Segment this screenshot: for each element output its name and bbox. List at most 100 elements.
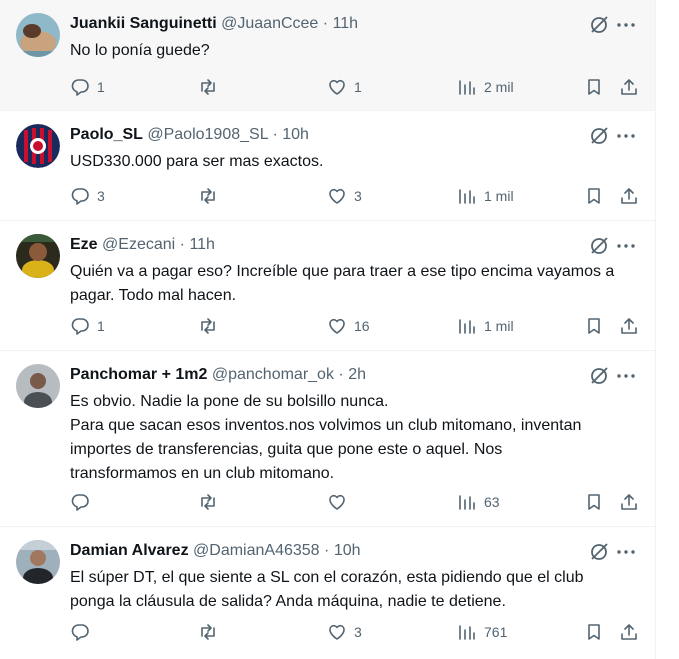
like-button[interactable]: 3 bbox=[327, 183, 362, 209]
like-button[interactable]: 16 bbox=[327, 313, 370, 339]
tweet-text: El súper DT, el que siente a SL con el c… bbox=[70, 566, 630, 614]
views-button[interactable]: 2 mil bbox=[457, 74, 514, 100]
display-name[interactable]: Juankii Sanguinetti bbox=[70, 15, 217, 32]
like-button[interactable]: 1 bbox=[327, 74, 362, 100]
retweet-button[interactable] bbox=[198, 183, 225, 209]
retweet-button[interactable] bbox=[198, 489, 225, 515]
more-icon[interactable] bbox=[615, 235, 637, 257]
action-bar: 3 3 1 mil bbox=[70, 183, 640, 209]
tweet-text-line: USD330.000 para ser mas exactos. bbox=[70, 153, 324, 170]
bookmark-button[interactable] bbox=[584, 183, 604, 209]
grok-icon[interactable] bbox=[588, 365, 610, 387]
bookmark-icon bbox=[588, 624, 600, 640]
grok-icon[interactable] bbox=[588, 14, 610, 36]
tweet-text-line: importes de transferencias, guita que po… bbox=[70, 441, 503, 458]
avatar[interactable] bbox=[16, 124, 60, 168]
share-button[interactable] bbox=[619, 183, 639, 209]
bookmark-button[interactable] bbox=[584, 74, 604, 100]
tweet[interactable]: Paolo_SL @Paolo1908_SL · 10h USD330.000 … bbox=[0, 111, 655, 221]
user-handle[interactable]: @Ezecani bbox=[102, 236, 175, 253]
share-button[interactable] bbox=[619, 619, 639, 645]
tweet-header: Panchomar + 1m2 @panchomar_ok · 2h bbox=[70, 365, 366, 385]
reply-button[interactable] bbox=[70, 619, 97, 645]
user-handle[interactable]: @Paolo1908_SL bbox=[147, 126, 268, 143]
reply-count: 1 bbox=[97, 79, 105, 95]
timestamp[interactable]: 10h bbox=[282, 126, 309, 143]
like-button[interactable]: 3 bbox=[327, 619, 362, 645]
bookmark-icon bbox=[588, 188, 600, 204]
retweet-icon bbox=[201, 494, 215, 510]
like-count: 16 bbox=[354, 318, 370, 334]
avatar[interactable] bbox=[16, 13, 60, 57]
share-button[interactable] bbox=[619, 74, 639, 100]
retweet-button[interactable] bbox=[198, 313, 225, 339]
tweet-text: USD330.000 para ser mas exactos. bbox=[70, 150, 630, 174]
tweet[interactable]: Eze @Ezecani · 11h Quién va a pagar eso?… bbox=[0, 221, 655, 351]
views-count: 63 bbox=[484, 494, 500, 510]
display-name[interactable]: Damian Alvarez bbox=[70, 542, 189, 559]
like-icon bbox=[329, 318, 345, 334]
user-handle[interactable]: @DamianA46358 bbox=[193, 542, 320, 559]
bookmark-button[interactable] bbox=[584, 489, 604, 515]
views-icon bbox=[459, 319, 475, 334]
timestamp[interactable]: 11h bbox=[189, 236, 215, 253]
user-handle[interactable]: @panchomar_ok bbox=[212, 366, 334, 383]
views-button[interactable]: 1 mil bbox=[457, 313, 514, 339]
avatar[interactable] bbox=[16, 540, 60, 584]
action-bar: 63 bbox=[70, 489, 640, 515]
like-icon bbox=[329, 624, 345, 640]
tweet-text: No lo ponía guede? bbox=[70, 39, 630, 63]
reply-button[interactable]: 1 bbox=[70, 74, 105, 100]
tweet[interactable]: Damian Alvarez @DamianA46358 · 10h El sú… bbox=[0, 527, 655, 659]
bookmark-button[interactable] bbox=[584, 619, 604, 645]
retweet-icon bbox=[201, 188, 215, 204]
share-button[interactable] bbox=[619, 489, 639, 515]
display-name[interactable]: Paolo_SL bbox=[70, 126, 143, 143]
tweet[interactable]: Panchomar + 1m2 @panchomar_ok · 2h Es ob… bbox=[0, 351, 655, 527]
reply-button[interactable]: 3 bbox=[70, 183, 105, 209]
retweet-button[interactable] bbox=[198, 74, 225, 100]
like-button[interactable] bbox=[327, 489, 354, 515]
separator-dot: · bbox=[322, 15, 329, 32]
views-count: 1 mil bbox=[484, 318, 514, 334]
timestamp[interactable]: 11h bbox=[333, 15, 359, 32]
reply-button[interactable]: 1 bbox=[70, 313, 105, 339]
share-button[interactable] bbox=[619, 313, 639, 339]
grok-icon[interactable] bbox=[588, 125, 610, 147]
more-icon[interactable] bbox=[615, 541, 637, 563]
bookmark-button[interactable] bbox=[584, 313, 604, 339]
avatar[interactable] bbox=[16, 234, 60, 278]
tweet-header: Damian Alvarez @DamianA46358 · 10h bbox=[70, 541, 361, 561]
grok-icon[interactable] bbox=[588, 541, 610, 563]
tweet-header: Paolo_SL @Paolo1908_SL · 10h bbox=[70, 125, 309, 145]
retweet-button[interactable] bbox=[198, 619, 225, 645]
tweet[interactable]: Juankii Sanguinetti @JuaanCcee · 11h No … bbox=[0, 0, 655, 111]
more-icon[interactable] bbox=[615, 365, 637, 387]
share-icon bbox=[621, 494, 637, 510]
action-bar: 1 1 2 mil bbox=[70, 74, 640, 100]
separator-dot: · bbox=[272, 126, 278, 143]
reply-icon bbox=[71, 624, 89, 641]
views-count: 2 mil bbox=[484, 79, 514, 95]
views-button[interactable]: 1 mil bbox=[457, 183, 514, 209]
views-icon bbox=[459, 495, 475, 510]
more-icon[interactable] bbox=[615, 14, 637, 36]
reply-count: 1 bbox=[97, 318, 105, 334]
user-handle[interactable]: @JuaanCcee bbox=[221, 15, 318, 32]
grok-icon[interactable] bbox=[588, 235, 610, 257]
display-name[interactable]: Eze bbox=[70, 236, 98, 253]
display-name[interactable]: Panchomar + 1m2 bbox=[70, 366, 207, 383]
timestamp[interactable]: 2h bbox=[348, 366, 366, 383]
like-count: 3 bbox=[354, 188, 362, 204]
timestamp[interactable]: 10h bbox=[334, 542, 361, 559]
tweet-text: Es obvio. Nadie la pone de su bolsillo n… bbox=[70, 390, 630, 486]
share-icon bbox=[621, 624, 637, 640]
more-icon[interactable] bbox=[615, 125, 637, 147]
views-button[interactable]: 63 bbox=[457, 489, 500, 515]
views-button[interactable]: 761 bbox=[457, 619, 507, 645]
tweet-text-line: Para que sacan esos inventos.nos volvimo… bbox=[70, 417, 582, 434]
reply-button[interactable] bbox=[70, 489, 97, 515]
share-icon bbox=[621, 79, 637, 95]
avatar[interactable] bbox=[16, 364, 60, 408]
separator-dot: · bbox=[338, 366, 344, 383]
